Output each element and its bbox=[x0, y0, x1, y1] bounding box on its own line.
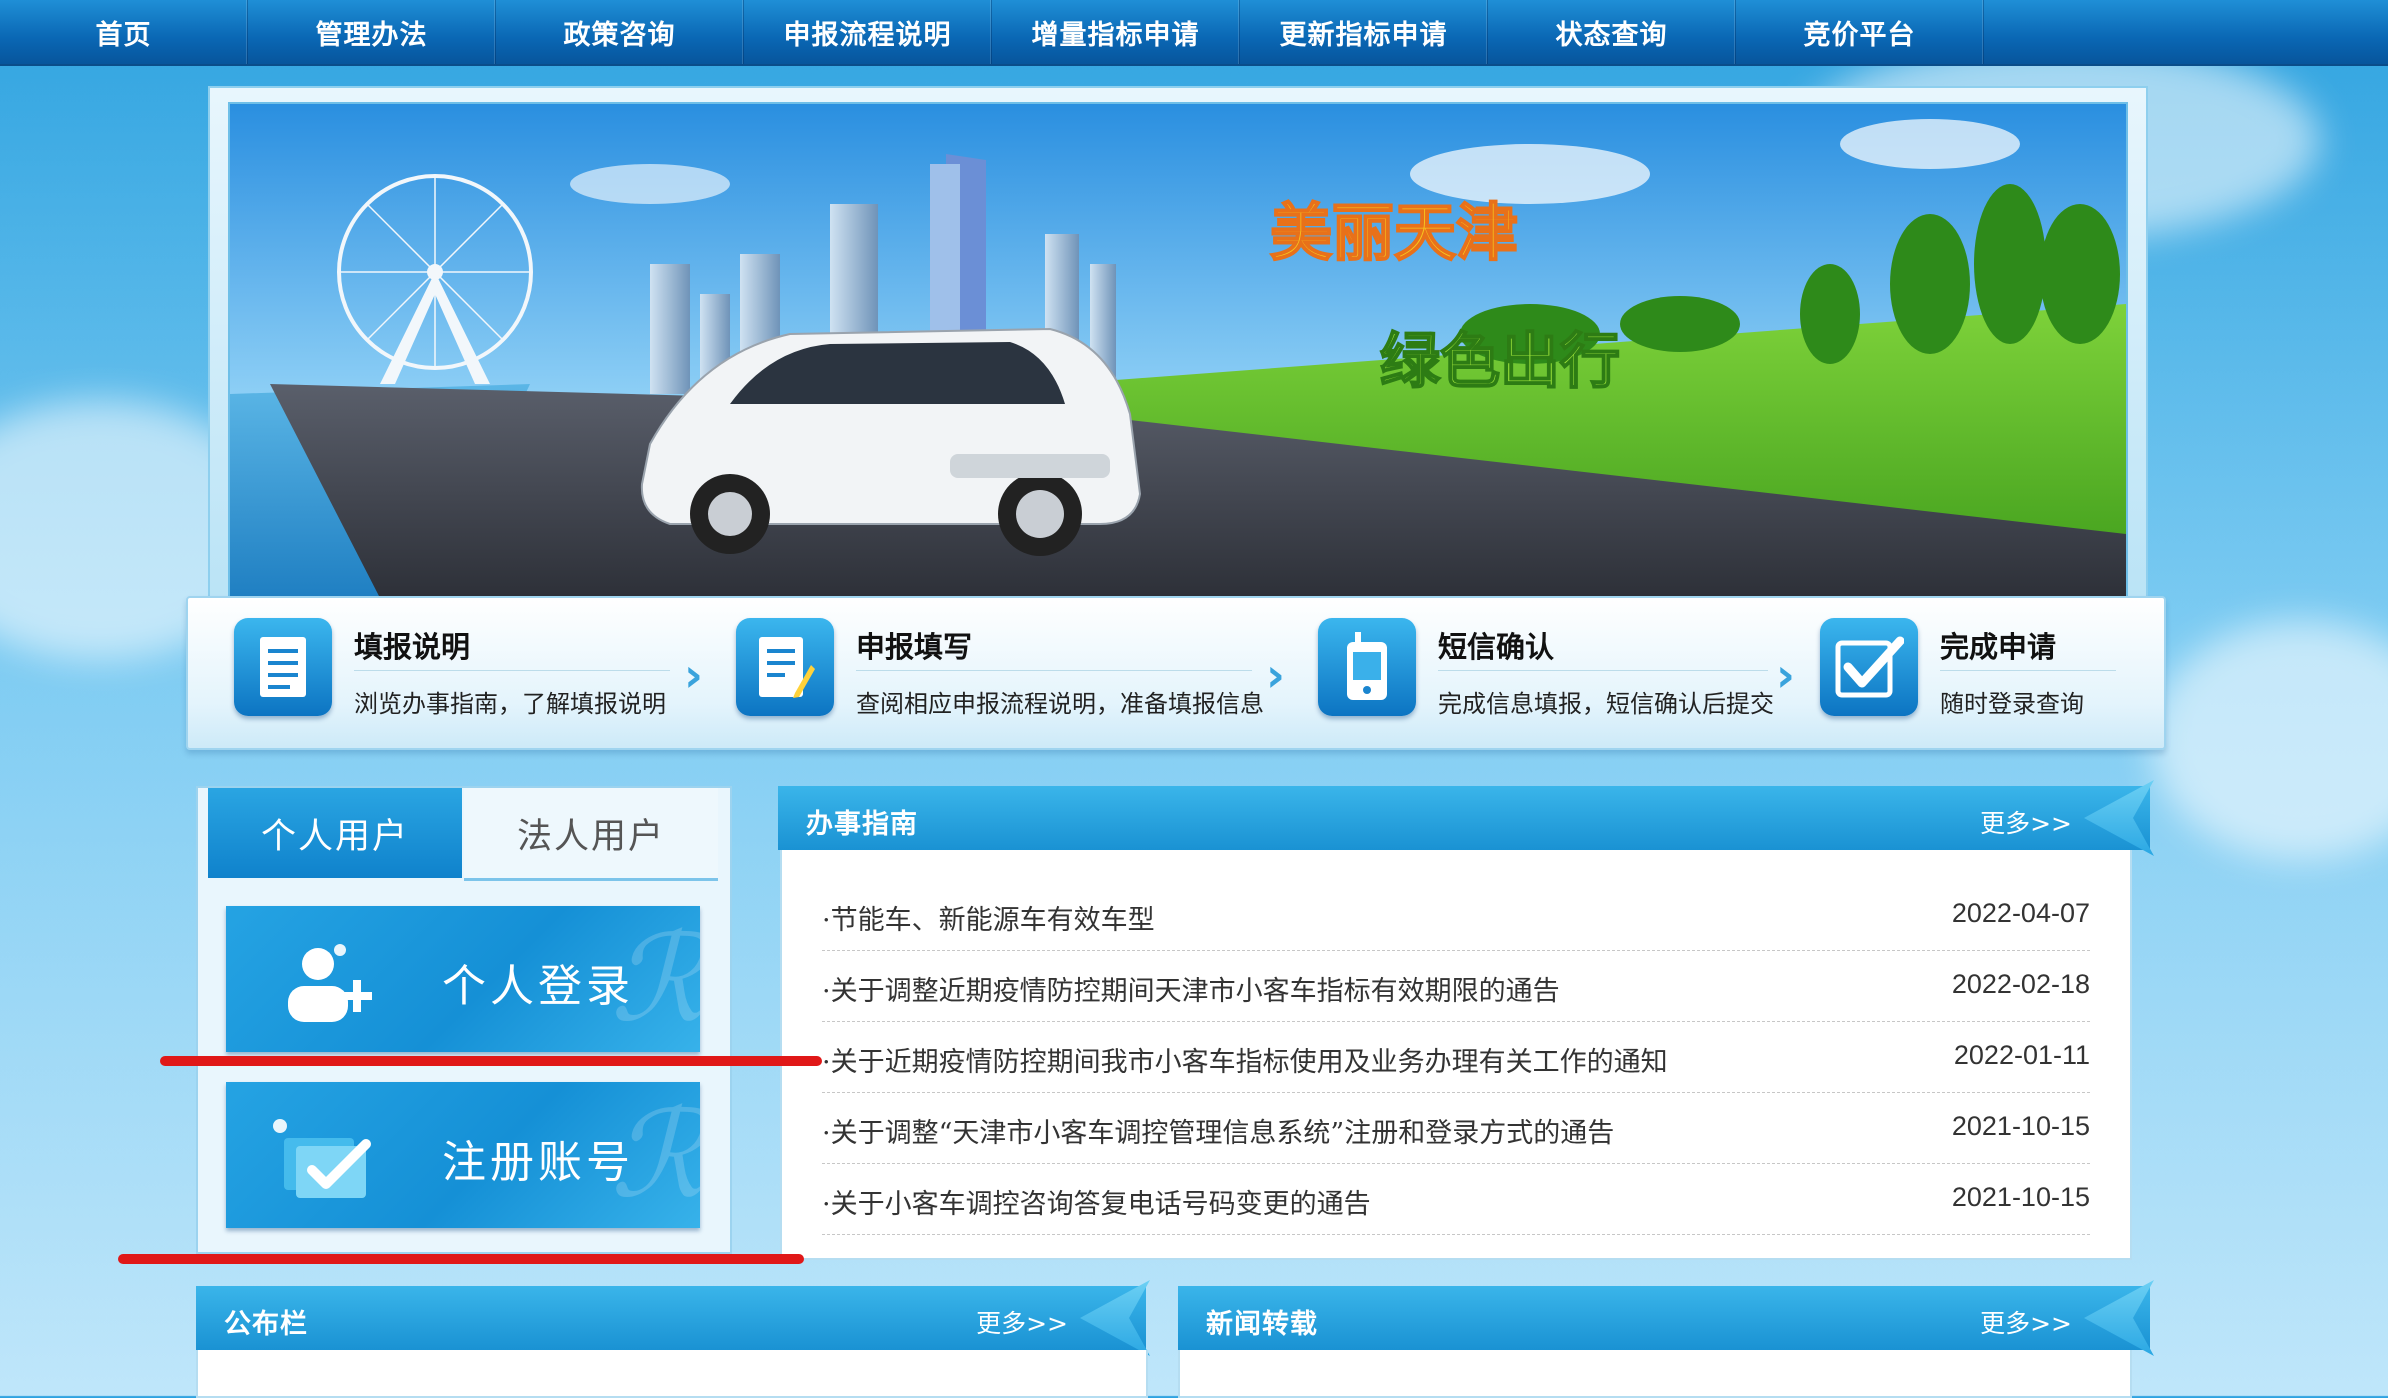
nav-item-status-query[interactable]: 状态查询 bbox=[1488, 0, 1736, 64]
process-steps-bar: 填报说明 浏览办事指南，了解填报说明 › 申报填写 查阅相应申报流程说明，准备填… bbox=[186, 596, 2166, 750]
step-description: 完成信息填报，短信确认后提交 bbox=[1438, 690, 1774, 718]
list-item[interactable]: ·关于调整近期疫情防控期间天津市小客车指标有效期限的通告 2022-02-18 bbox=[822, 951, 2090, 1022]
nav-item-process-guide[interactable]: 申报流程说明 bbox=[744, 0, 992, 64]
divider bbox=[1940, 670, 2116, 671]
register-account-label: 注册账号 bbox=[442, 1137, 634, 1188]
add-user-icon bbox=[288, 944, 372, 1022]
document-icon bbox=[234, 618, 332, 716]
chevron-right-icon: › bbox=[684, 648, 703, 702]
nav-item-home[interactable]: 首页 bbox=[0, 0, 248, 64]
step-description: 随时登录查询 bbox=[1940, 690, 2084, 718]
guide-header: 办事指南 更多>> bbox=[778, 780, 2154, 856]
news-header: 新闻转载 更多>> bbox=[1178, 1280, 2154, 1356]
step-title: 申报填写 bbox=[856, 630, 973, 664]
bulletin-title: 公布栏 bbox=[224, 1309, 308, 1340]
ribbon-notch-decoration bbox=[1080, 1280, 1150, 1356]
list-item-title: ·关于调整“天津市小客车调控管理信息系统”注册和登录方式的通告 bbox=[822, 1118, 1615, 1149]
list-item-date: 2021-10-15 bbox=[1951, 1182, 2090, 1212]
watermark-decoration: ℛ bbox=[610, 910, 700, 1049]
list-item[interactable]: ·关于小客车调控咨询答复电话号码变更的通告 2021-10-15 bbox=[822, 1164, 2090, 1235]
mobile-phone-icon bbox=[1318, 618, 1416, 716]
hero-banner: 美丽天津 绿色出行 bbox=[228, 102, 2128, 600]
banner-slogan: 绿色出行 bbox=[1380, 327, 1620, 397]
annotation-underline bbox=[118, 1254, 804, 1264]
nav-item-regulations[interactable]: 管理办法 bbox=[248, 0, 496, 64]
list-item[interactable]: ·关于调整“天津市小客车调控管理信息系统”注册和登录方式的通告 2021-10-… bbox=[822, 1093, 2090, 1164]
cloud-decoration bbox=[2150, 620, 2388, 860]
bulletin-header: 公布栏 更多>> bbox=[196, 1280, 1150, 1356]
chevron-right-icon: › bbox=[1776, 648, 1795, 702]
register-account-button[interactable]: 注册账号 ℛ bbox=[226, 1082, 700, 1228]
news-body bbox=[1178, 1350, 2132, 1398]
list-item-date: 2022-02-18 bbox=[1951, 969, 2090, 999]
tab-personal-user[interactable]: 个人用户 bbox=[208, 788, 462, 878]
personal-login-label: 个人登录 bbox=[442, 961, 634, 1012]
list-item-date: 2022-04-07 bbox=[1951, 898, 2090, 928]
nav-item-policy-consult[interactable]: 政策咨询 bbox=[496, 0, 744, 64]
nav-item-bidding-platform[interactable]: 竞价平台 bbox=[1736, 0, 1984, 64]
register-check-icon bbox=[273, 1119, 371, 1198]
checkmark-icon bbox=[1820, 618, 1918, 716]
guide-more-link[interactable]: 更多>> bbox=[1980, 804, 2072, 840]
bulletin-more-link[interactable]: 更多>> bbox=[976, 1304, 1068, 1340]
bulletin-body bbox=[196, 1350, 1148, 1398]
guide-title: 办事指南 bbox=[806, 809, 918, 840]
user-login-panel: 个人用户 法人用户 个人登录 ℛ 注册账号 ℛ bbox=[196, 786, 732, 1254]
list-item-title: ·关于小客车调控咨询答复电话号码变更的通告 bbox=[822, 1189, 1371, 1220]
list-item-title: ·关于调整近期疫情防控期间天津市小客车指标有效期限的通告 bbox=[822, 976, 1560, 1007]
step-title: 短信确认 bbox=[1438, 630, 1555, 664]
banner-headline: 美丽天津 bbox=[1270, 196, 1518, 269]
list-item-title: ·关于近期疫情防控期间我市小客车指标使用及业务办理有关工作的通知 bbox=[822, 1047, 1668, 1078]
list-item-date: 2022-01-11 bbox=[1953, 1040, 2090, 1070]
banner-illustration: 美丽天津 绿色出行 bbox=[230, 104, 2126, 598]
divider bbox=[856, 670, 1252, 671]
main-nav: 首页 管理办法 政策咨询 申报流程说明 增量指标申请 更新指标申请 状态查询 竞… bbox=[0, 0, 2388, 66]
annotation-underline bbox=[160, 1056, 822, 1066]
guide-list: ·节能车、新能源车有效车型 2022-04-07 ·关于调整近期疫情防控期间天津… bbox=[780, 850, 2132, 1260]
watermark-decoration: ℛ bbox=[610, 1086, 700, 1225]
list-item[interactable]: ·节能车、新能源车有效车型 2022-04-07 bbox=[822, 880, 2090, 951]
personal-login-button[interactable]: 个人登录 ℛ bbox=[226, 906, 700, 1052]
step-description: 浏览办事指南，了解填报说明 bbox=[354, 690, 666, 718]
edit-form-icon bbox=[736, 618, 834, 716]
divider bbox=[354, 670, 670, 671]
nav-item-renewal-apply[interactable]: 更新指标申请 bbox=[1240, 0, 1488, 64]
step-title: 填报说明 bbox=[354, 630, 471, 664]
nav-item-incremental-apply[interactable]: 增量指标申请 bbox=[992, 0, 1240, 64]
news-title: 新闻转载 bbox=[1206, 1309, 1318, 1340]
step-title: 完成申请 bbox=[1940, 630, 2057, 664]
tab-corporate-user[interactable]: 法人用户 bbox=[464, 788, 718, 881]
ribbon-notch-decoration bbox=[2084, 1280, 2154, 1356]
chevron-right-icon: › bbox=[1266, 648, 1285, 702]
list-item-date: 2021-10-15 bbox=[1951, 1111, 2090, 1141]
news-more-link[interactable]: 更多>> bbox=[1980, 1304, 2072, 1340]
step-description: 查阅相应申报流程说明，准备填报信息 bbox=[856, 690, 1264, 718]
divider bbox=[1438, 670, 1768, 671]
list-item-title: ·节能车、新能源车有效车型 bbox=[822, 905, 1155, 936]
ribbon-notch-decoration bbox=[2084, 780, 2154, 856]
list-item[interactable]: ·关于近期疫情防控期间我市小客车指标使用及业务办理有关工作的通知 2022-01… bbox=[822, 1022, 2090, 1093]
